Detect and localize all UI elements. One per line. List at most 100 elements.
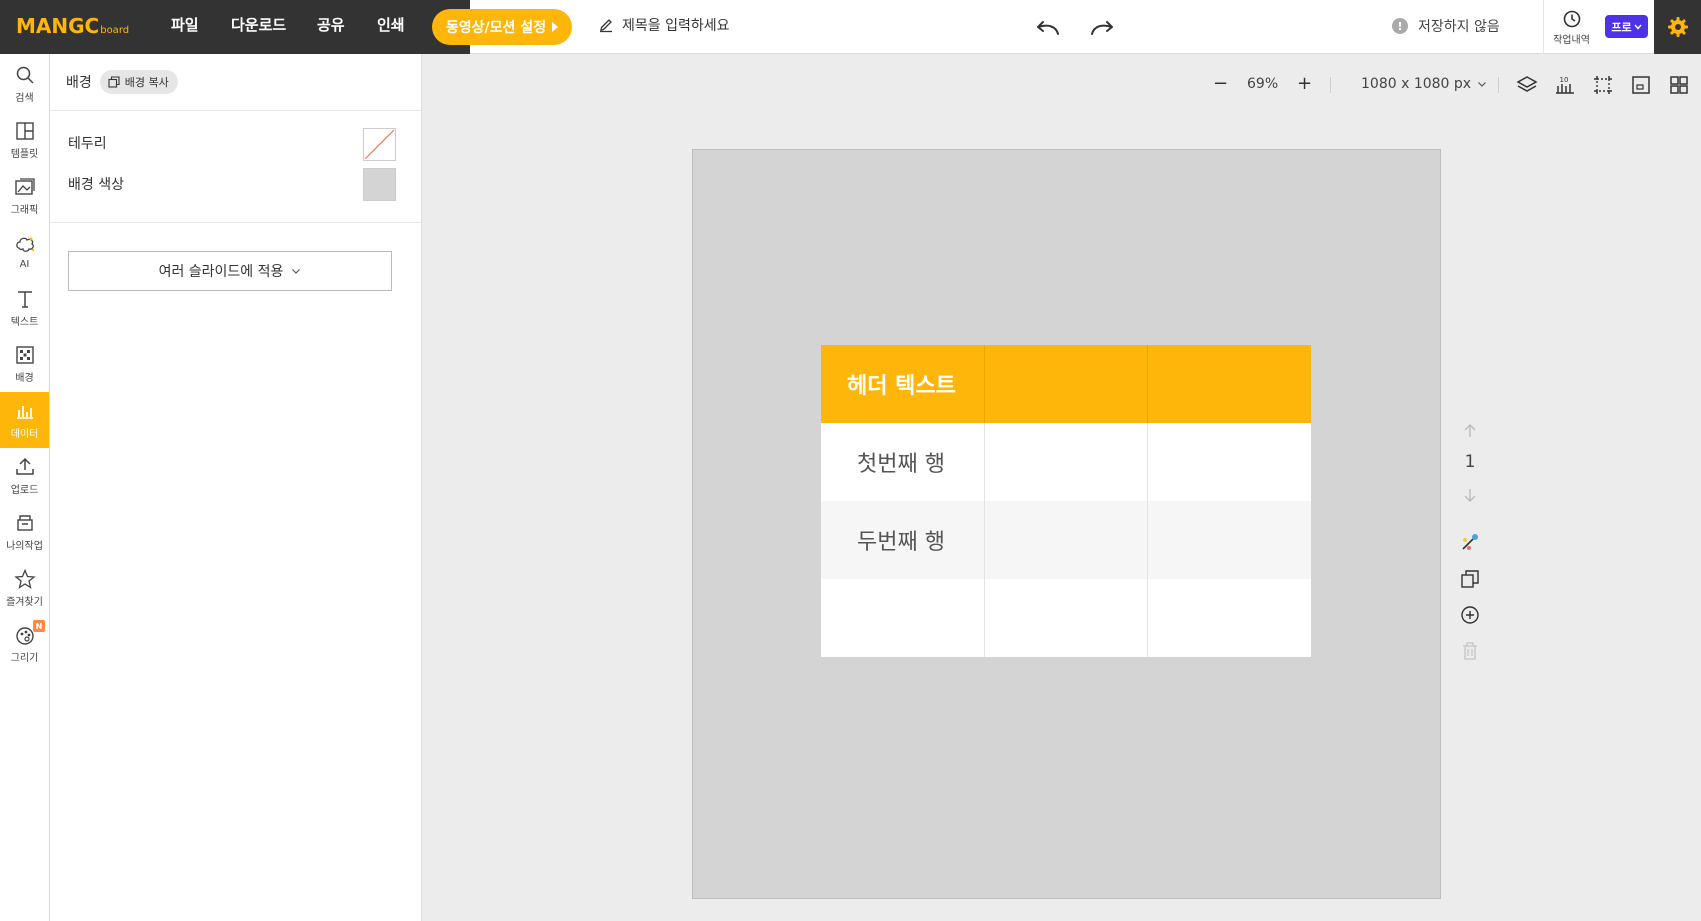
- star-icon: [13, 568, 36, 589]
- rail-item-text[interactable]: 텍스트: [0, 280, 49, 336]
- panel-header: 배경 배경 복사: [50, 54, 422, 111]
- save-status-text: 저장하지 않음: [1418, 19, 1500, 35]
- safe-area-icon[interactable]: [1629, 73, 1653, 97]
- upload-icon: [15, 457, 34, 475]
- rail-item-search[interactable]: 검색: [0, 56, 49, 112]
- template-icon: [15, 122, 34, 140]
- copy-background-button[interactable]: 배경 복사: [99, 70, 178, 94]
- table-cell[interactable]: [984, 579, 1149, 657]
- zoom-out-button[interactable]: −: [1213, 73, 1228, 94]
- table-cell[interactable]: 첫번째 행: [821, 423, 985, 501]
- table-cell[interactable]: [984, 423, 1149, 501]
- rail-label-text: 텍스트: [10, 317, 39, 328]
- rail-item-favorites[interactable]: 즐겨찾기: [0, 560, 49, 616]
- rail-label-template: 템플릿: [10, 149, 39, 160]
- rail-item-my-work[interactable]: 나의작업: [0, 504, 49, 560]
- table-cell[interactable]: [984, 501, 1149, 579]
- rail-label-ai: AI: [19, 259, 30, 270]
- motion-settings-button[interactable]: 동영상/모션 설정: [432, 9, 572, 45]
- toolbar-divider: [1498, 77, 1499, 93]
- table-cell[interactable]: [1147, 501, 1311, 579]
- table-cell[interactable]: [1147, 423, 1311, 501]
- my-work-icon: [16, 515, 33, 531]
- rail-item-ai[interactable]: AI: [0, 224, 49, 280]
- title-placeholder: 제목을 입력하세요: [622, 18, 730, 34]
- menu-share[interactable]: 공유: [317, 0, 345, 54]
- app-logo[interactable]: MANGC board: [16, 14, 129, 40]
- menu-file[interactable]: 파일: [171, 0, 199, 54]
- menu-print[interactable]: 인쇄: [377, 0, 405, 54]
- chevron-down-icon: [1478, 81, 1487, 87]
- color-picker-icon[interactable]: [1459, 531, 1481, 553]
- add-page-icon[interactable]: [1459, 604, 1481, 626]
- table-cell[interactable]: [1147, 579, 1311, 657]
- rail-label-data: 데이터: [10, 429, 39, 440]
- undo-icon[interactable]: [1030, 12, 1064, 42]
- layers-icon[interactable]: [1515, 73, 1539, 97]
- table-cell[interactable]: [821, 579, 985, 657]
- rail-item-template[interactable]: 템플릿: [0, 112, 49, 168]
- data-table[interactable]: 헤더 텍스트 첫번째 행 두번째 행: [821, 345, 1311, 657]
- apply-to-slides-button[interactable]: 여러 슬라이드에 적용: [68, 251, 392, 291]
- table-row[interactable]: [821, 579, 1311, 657]
- ai-icon: [15, 237, 34, 252]
- title-input[interactable]: 제목을 입력하세요: [598, 15, 730, 35]
- canvas-size-select[interactable]: 1080 x 1080 px: [1361, 76, 1487, 92]
- rail-label-graphic: 그래픽: [10, 205, 39, 216]
- page-up-icon[interactable]: [1459, 420, 1481, 442]
- text-icon: [17, 291, 32, 308]
- gear-icon: [1667, 17, 1688, 37]
- rail-item-upload[interactable]: 업로드: [0, 448, 49, 504]
- rail-label-draw: 그리기: [10, 653, 39, 664]
- delete-page-icon[interactable]: [1459, 640, 1481, 662]
- zoom-level[interactable]: 69%: [1247, 76, 1278, 92]
- table-cell[interactable]: 헤더 텍스트: [821, 345, 985, 423]
- warning-icon: !: [1392, 18, 1408, 34]
- table-header-row[interactable]: 헤더 텍스트: [821, 345, 1311, 423]
- graphic-icon: [14, 178, 35, 195]
- panel-divider: [50, 222, 422, 223]
- panel-title: 배경: [66, 75, 92, 91]
- table-cell[interactable]: [1147, 345, 1311, 423]
- search-icon: [16, 66, 34, 84]
- table-row[interactable]: 첫번째 행: [821, 423, 1311, 501]
- logo-main-text: MANGC: [16, 14, 100, 38]
- background-properties-panel: 배경 배경 복사 테두리 배경 색상 여러 슬라이드에 적용: [50, 54, 422, 921]
- zoom-in-button[interactable]: +: [1297, 73, 1312, 94]
- duplicate-page-icon[interactable]: [1459, 568, 1481, 590]
- apply-to-slides-label: 여러 슬라이드에 적용: [158, 264, 284, 280]
- history-clock-icon: [1563, 10, 1580, 27]
- chevron-down-icon: [292, 268, 301, 274]
- page-down-icon[interactable]: [1459, 484, 1481, 506]
- new-badge: N: [33, 620, 45, 632]
- crop-icon[interactable]: [1591, 73, 1615, 97]
- menu-download[interactable]: 다운로드: [231, 0, 286, 54]
- rail-label-favorites: 즐겨찾기: [6, 597, 43, 608]
- rail-item-data[interactable]: 데이터: [0, 392, 49, 448]
- rail-item-background[interactable]: 배경: [0, 336, 49, 392]
- save-status: ! 저장하지 않음: [1392, 16, 1500, 36]
- grid-view-icon[interactable]: [1667, 73, 1691, 97]
- background-icon: [15, 346, 34, 364]
- pencil-icon: [600, 19, 612, 33]
- redo-icon[interactable]: [1086, 12, 1120, 42]
- rail-label-search: 검색: [15, 93, 34, 104]
- history-button[interactable]: 작업내역: [1543, 0, 1599, 54]
- background-color-swatch[interactable]: [363, 168, 396, 201]
- canvas-size-value: 1080 x 1080 px: [1361, 76, 1472, 92]
- pro-plan-button[interactable]: 프로: [1605, 15, 1648, 38]
- settings-button[interactable]: [1654, 0, 1701, 54]
- rail-item-graphic[interactable]: 그래픽: [0, 168, 49, 224]
- rail-label-background: 배경: [15, 373, 34, 384]
- rail-label-my-work: 나의작업: [6, 541, 43, 552]
- table-row[interactable]: 두번째 행: [821, 501, 1311, 579]
- table-cell[interactable]: 두번째 행: [821, 501, 985, 579]
- copy-background-label: 배경 복사: [124, 76, 169, 89]
- copy-icon: [108, 76, 120, 88]
- table-cell[interactable]: [984, 345, 1149, 423]
- rail-item-draw[interactable]: N 그리기: [0, 616, 49, 672]
- pro-label: 프로: [1611, 20, 1632, 34]
- play-icon: [552, 22, 559, 32]
- border-swatch[interactable]: [363, 128, 396, 161]
- ruler-icon[interactable]: 10: [1553, 73, 1577, 97]
